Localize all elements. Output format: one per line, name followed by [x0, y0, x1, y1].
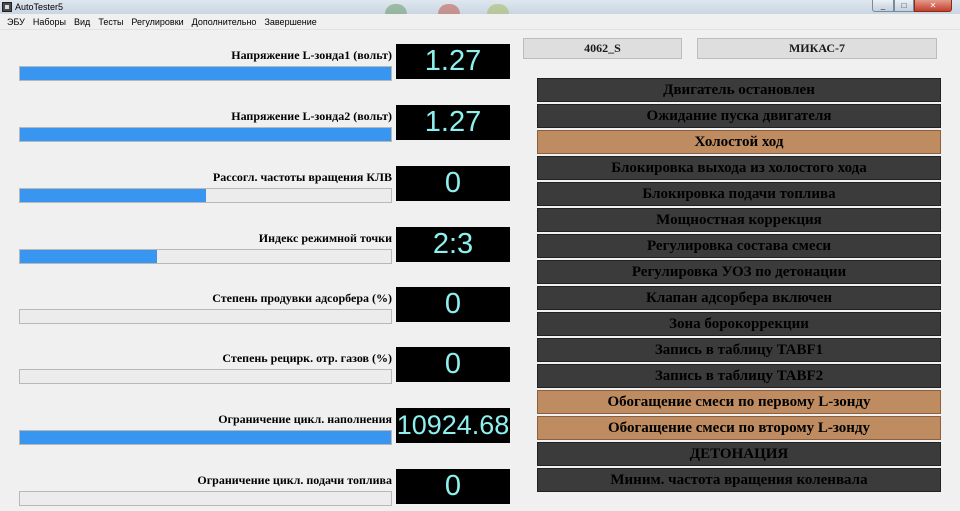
param-level-bar	[19, 127, 392, 142]
ecu-id-box: 4062_S	[523, 38, 682, 59]
param-value-display: 1.27	[396, 44, 510, 79]
param-level-fill	[20, 189, 206, 202]
status-write-tabf1: Запись в таблицу TABF1	[537, 338, 941, 362]
status-indicator-list: Двигатель остановлен Ожидание пуска двиг…	[537, 78, 941, 494]
param-label: Степень рецирк. отр. газов (%)	[222, 351, 392, 365]
param-lambda1-voltage: Напряжение L-зонда1 (вольт) 1.27	[0, 44, 512, 106]
menu-bar: ЭБУ Наборы Вид Тесты Регулировки Дополни…	[0, 14, 960, 30]
taskbar-glow-icon	[487, 4, 509, 14]
param-level-bar	[19, 188, 392, 203]
window-title: AutoTester5	[15, 2, 64, 12]
taskbar-glow-icon	[385, 4, 407, 14]
taskbar-glow-icon	[438, 4, 460, 14]
close-button[interactable]: ✕	[914, 0, 952, 12]
param-fuel-supply-limit: Ограничение цикл. подачи топлива 0	[0, 469, 512, 511]
param-adsorber-purge: Степень продувки адсорбера (%) 0	[0, 287, 512, 349]
status-idle: Холостой ход	[537, 130, 941, 154]
autotester-window: AutoTester5 _ □ ✕ ЭБУ Наборы Вид Тесты Р…	[0, 0, 960, 511]
param-level-bar	[19, 369, 392, 384]
app-icon	[2, 2, 12, 12]
ecu-type-box: МИКАС-7	[697, 38, 937, 59]
menu-additional[interactable]: Дополнительно	[188, 15, 261, 29]
window-controls: _ □ ✕	[872, 0, 952, 12]
param-egr-rate: Степень рецирк. отр. газов (%) 0	[0, 347, 512, 409]
menu-tests[interactable]: Тесты	[94, 15, 127, 29]
param-label: Напряжение L-зонда1 (вольт)	[231, 48, 392, 62]
param-level-bar	[19, 249, 392, 264]
status-awaiting-start: Ожидание пуска двигателя	[537, 104, 941, 128]
param-value-display: 2:3	[396, 227, 510, 262]
status-adsorber-valve: Клапан адсорбера включен	[537, 286, 941, 310]
status-enrich-lambda1: Обогащение смеси по первому L-зонду	[537, 390, 941, 414]
title-bar[interactable]: AutoTester5 _ □ ✕	[0, 0, 960, 14]
maximize-button[interactable]: □	[894, 0, 914, 12]
param-level-fill	[20, 431, 391, 444]
param-value-display: 1.27	[396, 105, 510, 140]
param-rpm-mismatch: Рассогл. частоты вращения КЛВ 0	[0, 166, 512, 228]
status-min-crank-rpm: Миним. частота вращения коленвала	[537, 468, 941, 492]
status-knock-timing: Регулировка УОЗ по детонации	[537, 260, 941, 284]
menu-exit[interactable]: Завершение	[260, 15, 320, 29]
param-value-display: 0	[396, 469, 510, 504]
param-level-fill	[20, 250, 158, 263]
menu-adjustments[interactable]: Регулировки	[127, 15, 187, 29]
status-knock: ДЕТОНАЦИЯ	[537, 442, 941, 466]
param-cyclic-fill-limit: Ограничение цикл. наполнения 10924.68	[0, 408, 512, 470]
status-correction-zone: Зона борокоррекции	[537, 312, 941, 336]
param-label: Степень продувки адсорбера (%)	[212, 291, 392, 305]
param-value-display: 10924.68	[396, 408, 510, 443]
param-level-bar	[19, 491, 392, 506]
param-label: Ограничение цикл. наполнения	[218, 412, 392, 426]
param-level-fill	[20, 128, 391, 141]
param-label: Ограничение цикл. подачи топлива	[197, 473, 392, 487]
status-idle-exit-lock: Блокировка выхода из холостого хода	[537, 156, 941, 180]
param-value-display: 0	[396, 347, 510, 382]
status-fuel-cutoff: Блокировка подачи топлива	[537, 182, 941, 206]
status-write-tabf2: Запись в таблицу TABF2	[537, 364, 941, 388]
status-mixture-regulation: Регулировка состава смеси	[537, 234, 941, 258]
menu-ecu[interactable]: ЭБУ	[3, 15, 29, 29]
status-engine-stopped: Двигатель остановлен	[537, 78, 941, 102]
param-label: Рассогл. частоты вращения КЛВ	[212, 170, 392, 184]
param-mode-index: Индекс режимной точки 2:3	[0, 227, 512, 289]
param-level-bar	[19, 66, 392, 81]
param-label: Напряжение L-зонда2 (вольт)	[231, 109, 392, 123]
status-enrich-lambda2: Обогащение смеси по второму L-зонду	[537, 416, 941, 440]
status-power-correction: Мощностная коррекция	[537, 208, 941, 232]
param-level-bar	[19, 430, 392, 445]
param-value-display: 0	[396, 287, 510, 322]
param-label: Индекс режимной точки	[258, 231, 392, 245]
param-lambda2-voltage: Напряжение L-зонда2 (вольт) 1.27	[0, 105, 512, 167]
minimize-button[interactable]: _	[872, 0, 894, 12]
menu-sets[interactable]: Наборы	[29, 15, 70, 29]
param-value-display: 0	[396, 166, 510, 201]
param-level-fill	[20, 67, 391, 80]
param-level-bar	[19, 309, 392, 324]
menu-view[interactable]: Вид	[70, 15, 94, 29]
